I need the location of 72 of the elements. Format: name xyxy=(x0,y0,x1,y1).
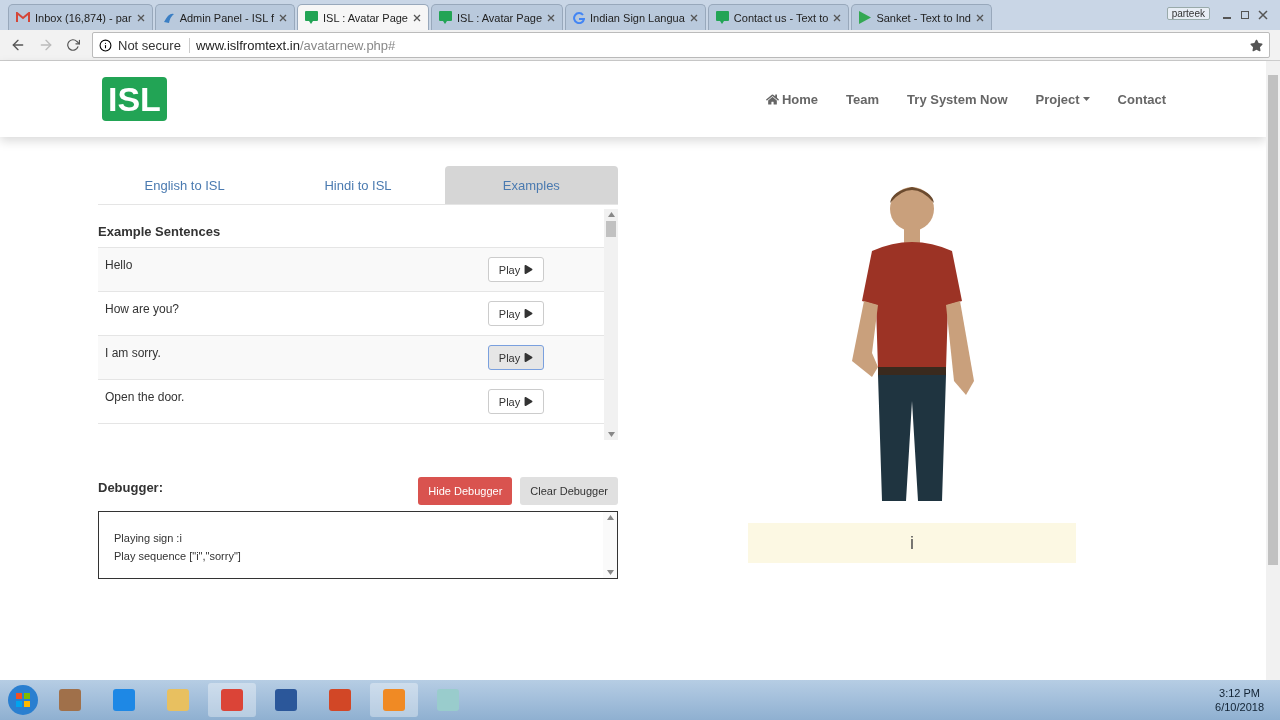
close-icon[interactable] xyxy=(976,13,984,22)
scroll-down-arrow-icon[interactable] xyxy=(607,432,615,437)
sentence-text: Hello xyxy=(105,258,133,272)
page-scrollbar[interactable] xyxy=(1266,61,1280,680)
browser-tab[interactable]: Sanket - Text to Ind xyxy=(851,4,992,30)
scroll-down-arrow-icon[interactable] xyxy=(606,570,614,575)
speech-bubble-icon xyxy=(715,11,729,24)
browser-tab[interactable]: Inbox (16,874) - par xyxy=(8,4,153,30)
play-button[interactable]: Play xyxy=(488,301,544,326)
security-label: Not secure xyxy=(118,37,190,53)
sentence-text: I am sorry. xyxy=(105,346,161,360)
tab[interactable]: Hindi to ISL xyxy=(271,166,445,204)
nav-link[interactable]: Team xyxy=(846,91,880,107)
console-line: Play sequence ["i","sorry"] xyxy=(114,549,242,564)
scrollbar[interactable] xyxy=(603,512,617,578)
start-button[interactable] xyxy=(6,683,40,717)
caret-icon xyxy=(1082,97,1090,101)
mail-icon xyxy=(16,12,30,23)
close-icon[interactable] xyxy=(547,13,555,22)
browser-tab[interactable]: Admin Panel - ISL f xyxy=(154,4,295,30)
address-field[interactable]: Not secure www.islfromtext.in/avatarnew.php# xyxy=(92,32,1270,58)
home-icon xyxy=(765,92,779,106)
tab[interactable]: English to ISL xyxy=(98,166,272,204)
scroll-up-arrow-icon[interactable] xyxy=(606,515,614,520)
play-store-icon xyxy=(859,11,872,24)
sentence-text: How are you? xyxy=(105,302,180,316)
browser-tab[interactable]: ISL : Avatar Page xyxy=(297,4,429,30)
reload-icon[interactable] xyxy=(66,38,80,52)
play-icon xyxy=(524,353,534,362)
play-icon xyxy=(524,397,534,406)
scroll-up-arrow-icon[interactable] xyxy=(607,212,615,217)
bird-icon xyxy=(162,11,175,24)
user-name: parteek xyxy=(1166,7,1210,20)
nav-link[interactable]: Try System Now xyxy=(907,91,1008,107)
debugger-console[interactable]: Playing sign :i Play sequence ["i","sorry"] xyxy=(98,511,618,579)
close-icon[interactable] xyxy=(279,13,287,22)
sentence-text: Open the door. xyxy=(105,390,185,404)
play-icon xyxy=(524,265,534,274)
scroll-thumb[interactable] xyxy=(606,221,616,237)
taskbar-app-icon[interactable] xyxy=(208,683,256,717)
browser-tab[interactable]: ISL : Avatar Page xyxy=(431,4,563,30)
play-button[interactable]: Play xyxy=(488,257,544,282)
close-icon[interactable] xyxy=(833,13,842,22)
hide-debugger-button[interactable]: Hide Debugger xyxy=(418,477,513,505)
star-icon[interactable] xyxy=(1250,38,1263,52)
play-button[interactable]: Play xyxy=(488,389,544,414)
info-icon xyxy=(99,38,112,52)
play-icon xyxy=(524,309,534,318)
nav-link[interactable]: Project xyxy=(1035,91,1090,107)
browser-tab[interactable]: Contact us - Text to xyxy=(707,4,850,30)
clock: 3:12 PM 6/10/2018 xyxy=(1215,686,1265,714)
speech-bubble-icon xyxy=(439,11,452,24)
close-icon[interactable] xyxy=(689,13,698,22)
nav-link[interactable]: Home xyxy=(765,91,819,107)
browser-tab[interactable]: Indian Sign Langua xyxy=(565,4,706,30)
clear-debugger-button[interactable]: Clear Debugger xyxy=(520,477,618,505)
back-icon[interactable] xyxy=(10,37,26,53)
speech-bubble-icon xyxy=(305,11,318,24)
play-button[interactable]: Play xyxy=(488,345,544,370)
url-text: www.islfromtext.in/avatarnew.php# xyxy=(195,37,396,53)
scroll-thumb[interactable] xyxy=(1268,75,1278,565)
close-icon[interactable] xyxy=(136,13,145,22)
google-icon xyxy=(573,11,585,24)
close-icon[interactable] xyxy=(1258,10,1268,20)
nav-link[interactable]: Contact xyxy=(1117,91,1166,107)
maximize-icon[interactable] xyxy=(1240,10,1250,20)
close-icon[interactable] xyxy=(413,13,421,22)
sign-caption: i xyxy=(748,523,1076,563)
debugger-label: Debugger: xyxy=(98,479,163,495)
taskbar-app-icon[interactable] xyxy=(370,683,418,717)
console-line: Playing sign :i xyxy=(114,531,183,546)
scrollbar[interactable] xyxy=(604,209,618,440)
